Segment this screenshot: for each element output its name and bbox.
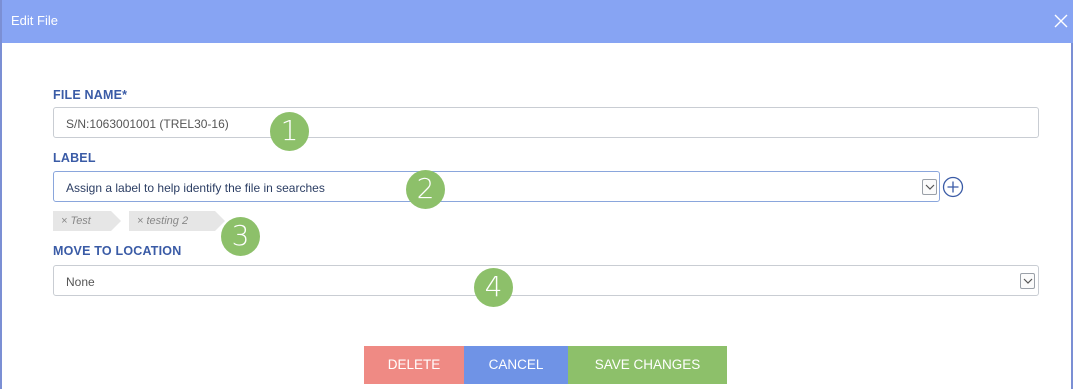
location-value: None	[66, 275, 95, 289]
tag-text: testing 2	[146, 215, 189, 227]
cancel-button[interactable]: CANCEL	[464, 346, 568, 384]
close-icon[interactable]	[1051, 11, 1071, 31]
step-badge-4: 4	[474, 268, 513, 307]
label-select[interactable]: Assign a label to help identify the file…	[53, 171, 940, 202]
dialog-titlebar: Edit File	[2, 0, 1073, 43]
location-label: MOVE TO LOCATION	[53, 244, 182, 258]
chevron-down-icon[interactable]	[1020, 273, 1035, 289]
step-badge-1: 1	[270, 112, 309, 151]
step-badge-3: 3	[221, 217, 260, 256]
label-tag[interactable]: × Test	[53, 211, 121, 231]
file-name-label: FILE NAME*	[53, 88, 128, 102]
file-name-value: S/N:1063001001 (TREL30-16)	[66, 117, 229, 131]
file-name-input[interactable]: S/N:1063001001 (TREL30-16)	[53, 107, 1039, 138]
add-label-icon[interactable]	[942, 176, 964, 198]
location-select[interactable]: None	[53, 265, 1039, 296]
chevron-down-icon[interactable]	[922, 179, 937, 195]
edit-file-dialog: Edit File FILE NAME* S/N:1063001001 (TRE…	[0, 0, 1073, 389]
step-badge-2: 2	[406, 170, 445, 209]
save-changes-button[interactable]: SAVE CHANGES	[568, 346, 727, 384]
delete-button[interactable]: DELETE	[364, 346, 464, 384]
tag-text: Test	[70, 215, 91, 227]
dialog-title: Edit File	[11, 13, 58, 28]
label-field-label: LABEL	[53, 151, 96, 165]
label-tag[interactable]: × testing 2	[129, 211, 225, 231]
label-placeholder: Assign a label to help identify the file…	[66, 181, 325, 195]
